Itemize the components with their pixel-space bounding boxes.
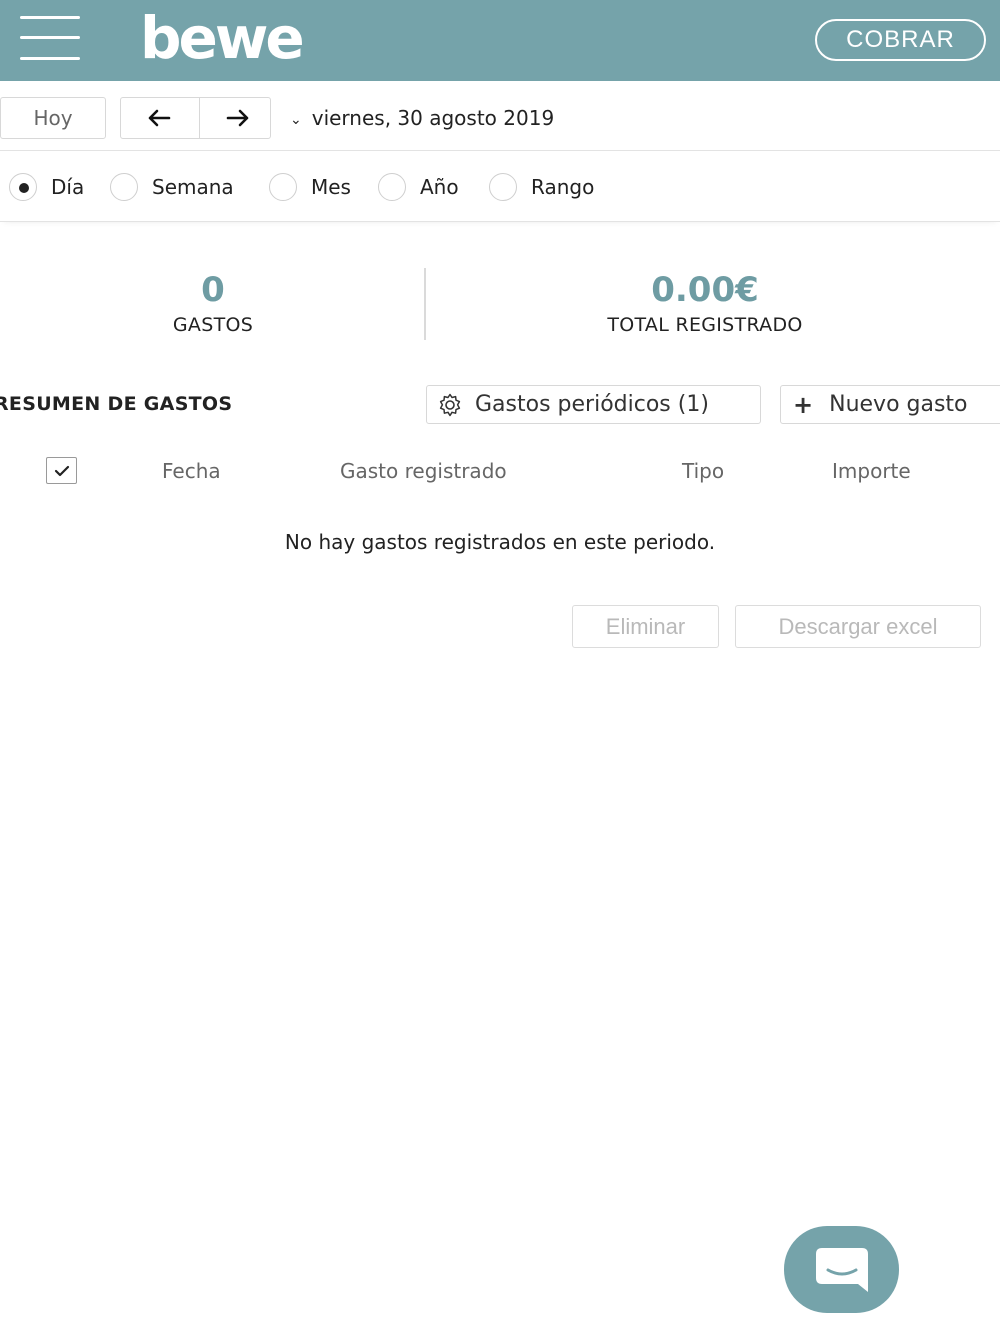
total-registered-label: TOTAL REGISTRADO (607, 314, 803, 336)
date-arrow-group (120, 97, 271, 139)
period-label-ano: Año (420, 175, 459, 199)
period-label-semana: Semana (152, 175, 234, 199)
date-selector[interactable]: ⌄ viernes, 30 agosto 2019 (290, 97, 554, 139)
period-option-ano[interactable]: Año (378, 173, 459, 201)
delete-button[interactable]: Eliminar (572, 605, 719, 648)
column-header-importe[interactable]: Importe (832, 459, 911, 483)
select-all-checkbox[interactable] (46, 457, 77, 484)
chevron-down-icon: ⌄ (290, 111, 302, 128)
brand-logo: bewe (140, 4, 305, 72)
column-header-fecha[interactable]: Fecha (162, 459, 221, 483)
new-expense-button[interactable]: + Nuevo gasto (780, 385, 1000, 424)
period-selector: Día Semana Mes Año Rango (0, 151, 1000, 222)
period-option-semana[interactable]: Semana (110, 173, 234, 201)
current-date-label: viernes, 30 agosto 2019 (311, 106, 555, 130)
period-label-rango: Rango (531, 175, 595, 199)
download-excel-button[interactable]: Descargar excel (735, 605, 981, 648)
radio-dia[interactable] (9, 173, 37, 201)
radio-rango[interactable] (489, 173, 517, 201)
period-option-dia[interactable]: Día (9, 173, 84, 201)
total-registered-value: 0.00€ (651, 270, 759, 310)
top-bar: bewe COBRAR (0, 0, 1000, 81)
period-option-rango[interactable]: Rango (489, 173, 594, 201)
period-label-dia: Día (51, 175, 85, 199)
column-header-tipo[interactable]: Tipo (682, 459, 724, 483)
empty-state-message: No hay gastos registrados en este period… (284, 530, 716, 554)
radio-ano[interactable] (378, 173, 406, 201)
cobrar-button[interactable]: COBRAR (815, 19, 986, 61)
stats-divider (424, 268, 426, 340)
total-registered-stat: 0.00€ TOTAL REGISTRADO (555, 268, 855, 338)
expenses-count-value: 0 (201, 270, 225, 310)
period-label-mes: Mes (311, 175, 351, 199)
gear-icon (439, 393, 461, 416)
expenses-count-label: GASTOS (172, 314, 254, 336)
column-header-gasto[interactable]: Gasto registrado (340, 459, 507, 483)
stats-summary: 0 GASTOS 0.00€ TOTAL REGISTRADO (0, 268, 1000, 343)
hamburger-menu-icon[interactable] (20, 14, 80, 64)
date-navigation: Hoy ⌄ viernes, 30 agosto 2019 (0, 81, 1000, 151)
checkmark-icon (54, 465, 69, 476)
previous-date-button[interactable] (121, 98, 196, 138)
expenses-count-stat: 0 GASTOS (113, 268, 313, 338)
periodic-expenses-button[interactable]: Gastos periódicos (1) (426, 385, 761, 424)
new-expense-label: Nuevo gasto (829, 392, 968, 417)
plus-icon: + (793, 390, 814, 419)
today-button[interactable]: Hoy (0, 97, 106, 139)
section-title: RESUMEN DE GASTOS (0, 393, 233, 415)
chat-bubble-icon (815, 1247, 868, 1292)
table-header: Fecha Gasto registrado Tipo Importe (0, 455, 1000, 489)
radio-semana[interactable] (110, 173, 138, 201)
arrow-right-icon (226, 109, 248, 127)
chat-button[interactable] (784, 1226, 899, 1313)
next-date-button[interactable] (200, 98, 275, 138)
period-option-mes[interactable]: Mes (269, 173, 351, 201)
radio-mes[interactable] (269, 173, 297, 201)
arrow-left-icon (148, 109, 170, 127)
periodic-expenses-label: Gastos periódicos (1) (475, 392, 709, 417)
